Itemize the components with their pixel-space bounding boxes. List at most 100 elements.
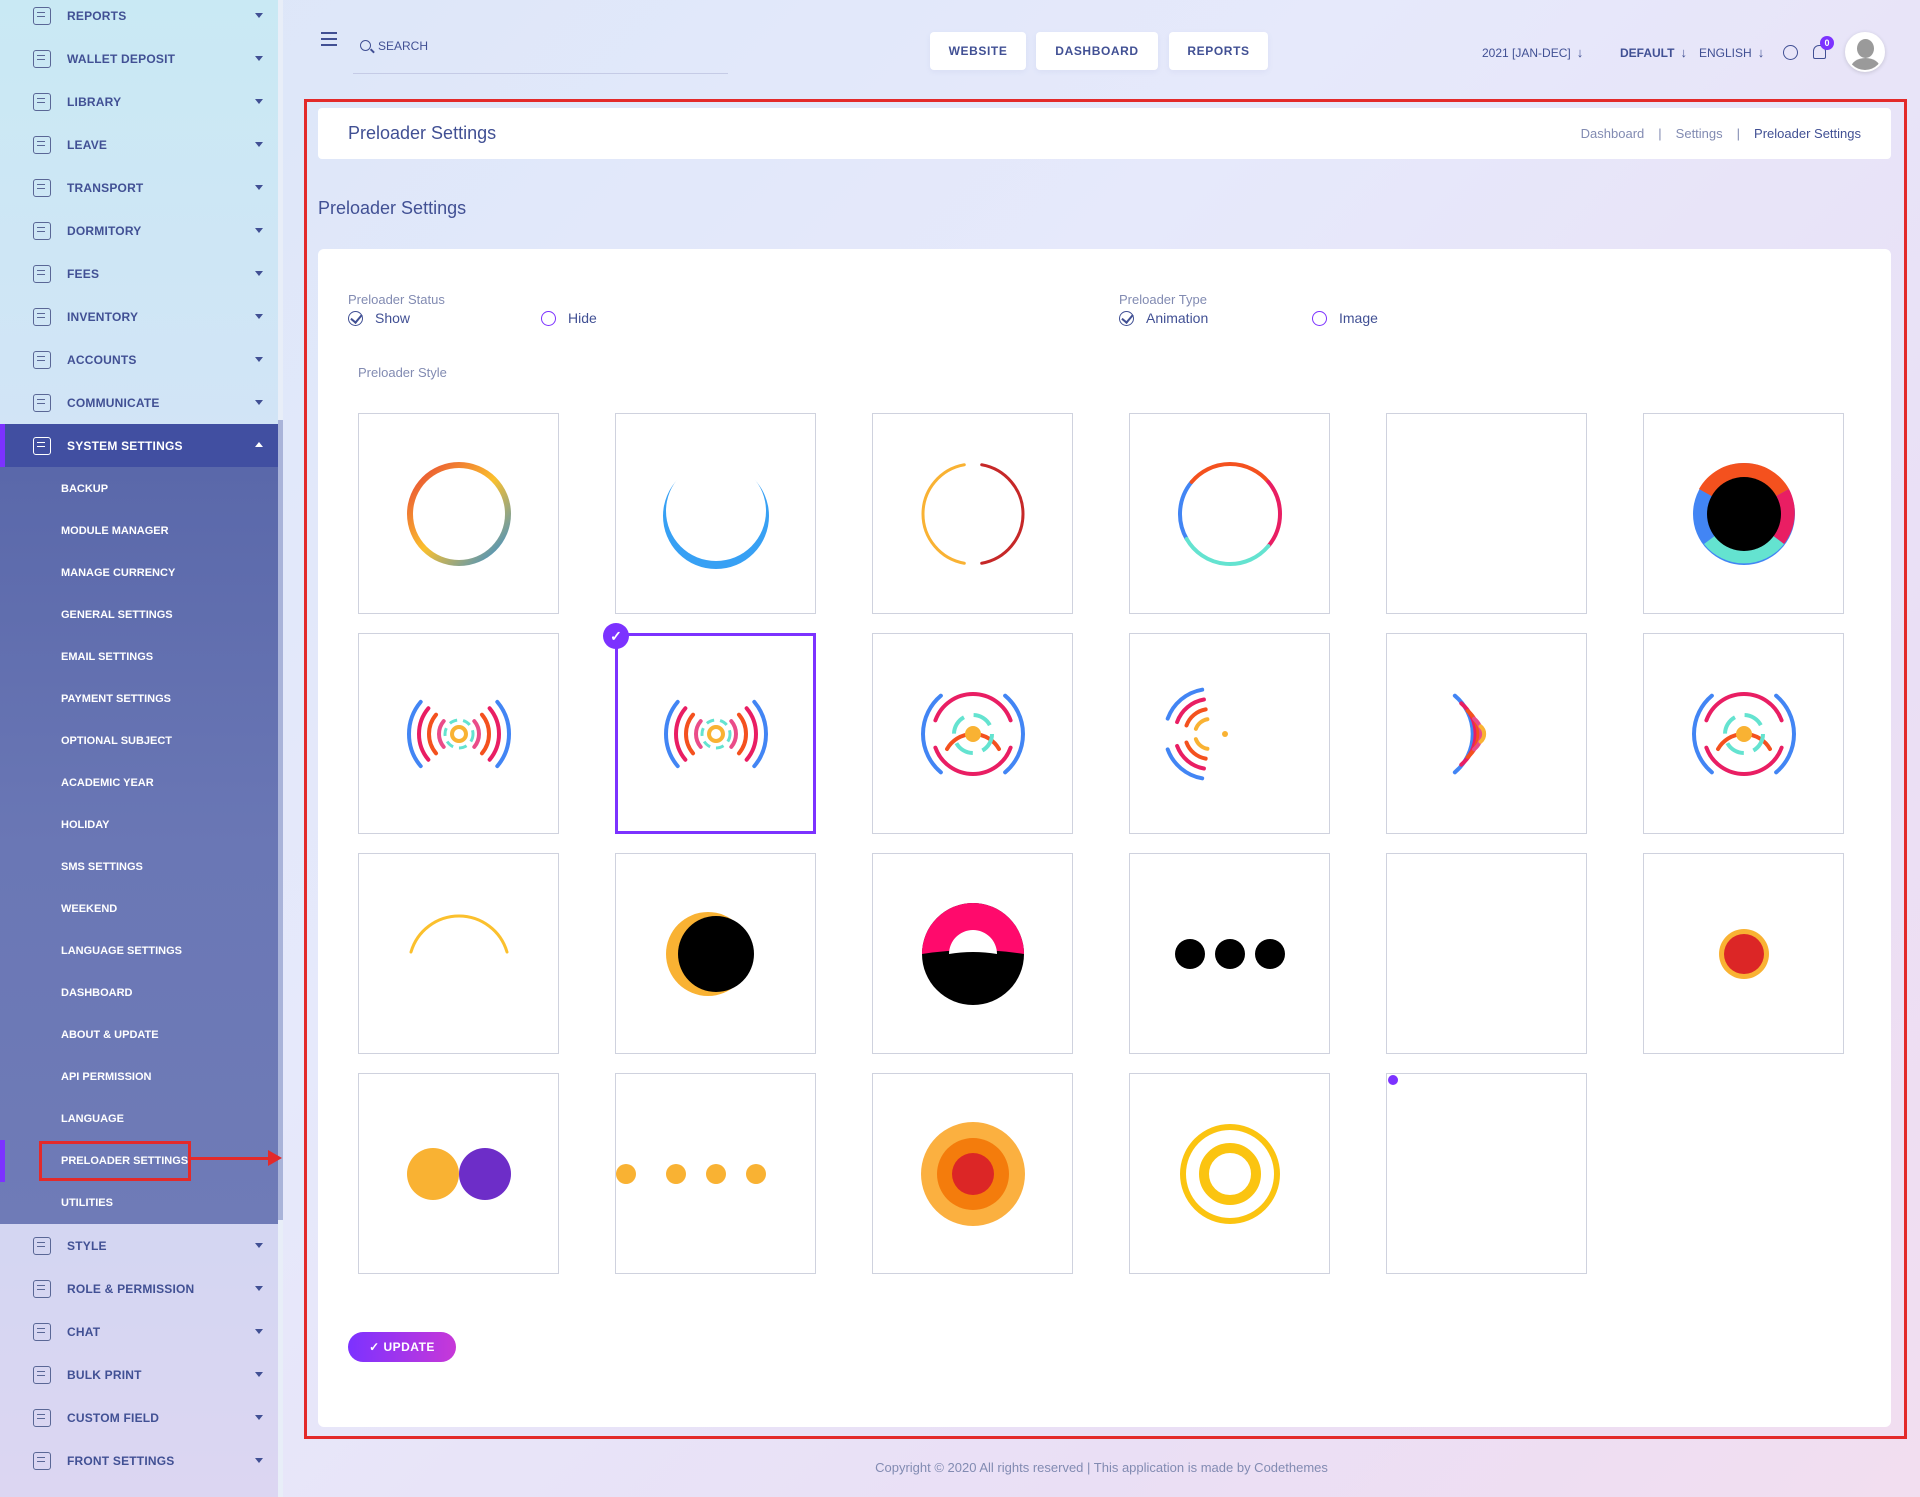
sidebar-item-front-settings[interactable]: FRONT SETTINGS [0,1439,283,1482]
breadcrumb-settings[interactable]: Settings [1676,126,1723,141]
language-dropdown[interactable]: ENGLISH ↓ [1699,45,1764,60]
preloader-style-16[interactable] [1129,853,1330,1054]
type-animation-radio[interactable]: Animation [1119,310,1208,326]
inventory-icon [33,307,51,326]
preloader-preview-7 [407,699,511,769]
submenu-item-dashboard[interactable]: DASHBOARD [0,972,283,1014]
submenu-item-module-manager[interactable]: MODULE MANAGER [0,510,283,552]
preloader-style-23[interactable] [1386,1073,1587,1274]
update-button[interactable]: ✓ UPDATE [348,1332,456,1362]
preloader-style-8[interactable] [615,633,816,834]
submenu-item-label: MODULE MANAGER [61,525,169,537]
sidebar-item-system-settings[interactable]: SYSTEM SETTINGS [0,424,283,467]
preloader-style-22[interactable] [1129,1073,1330,1274]
preloader-preview-13 [409,914,509,954]
preloader-style-9[interactable] [872,633,1073,834]
preloader-style-12[interactable] [1643,633,1844,834]
submenu-item-general-settings[interactable]: GENERAL SETTINGS [0,594,283,636]
preloader-style-19[interactable] [358,1073,559,1274]
search-input[interactable] [378,36,718,56]
submenu-item-language-settings[interactable]: LANGUAGE SETTINGS [0,930,283,972]
submenu-item-about-update[interactable]: ABOUT & UPDATE [0,1014,283,1056]
website-button[interactable]: WEBSITE [930,32,1026,70]
submenu-item-optional-subject[interactable]: OPTIONAL SUBJECT [0,720,283,762]
preloader-style-18[interactable] [1643,853,1844,1054]
caret-icon [255,1243,263,1248]
caret-icon [255,1329,263,1334]
preloader-style-17[interactable] [1386,853,1587,1054]
submenu-item-preloader-settings[interactable]: PRELOADER SETTINGS [0,1140,283,1182]
type-image-radio[interactable]: Image [1312,310,1378,326]
preloader-style-13[interactable] [358,853,559,1054]
preloader-style-3[interactable] [872,413,1073,614]
avatar[interactable] [1845,32,1885,72]
submenu-item-utilities[interactable]: UTILITIES [0,1182,283,1224]
sidebar-item-leave[interactable]: LEAVE [0,123,283,166]
sidebar-item-label: LEAVE [67,137,108,152]
submenu-item-api-permission[interactable]: API PERMISSION [0,1056,283,1098]
preloader-style-20[interactable] [615,1073,816,1274]
caret-icon [255,357,263,362]
sidebar-item-label: DORMITORY [67,223,142,238]
preloader-style-label: Preloader Style [358,365,447,380]
breadcrumb-dashboard[interactable]: Dashboard [1581,126,1645,141]
selected-check-icon: ✓ [603,623,629,649]
sidebar-item-role-permission[interactable]: ROLE & PERMISSION [0,1267,283,1310]
sidebar-item-custom-field[interactable]: CUSTOM FIELD [0,1396,283,1439]
sidebar-item-library[interactable]: LIBRARY [0,80,283,123]
submenu-item-label: ACADEMIC YEAR [61,777,154,789]
whatsapp-icon[interactable] [1783,45,1798,60]
preloader-style-2[interactable] [615,413,816,614]
submenu-item-backup[interactable]: BACKUP [0,468,283,510]
dashboard-button[interactable]: DASHBOARD [1036,32,1158,70]
preloader-style-4[interactable] [1129,413,1330,614]
submenu-item-payment-settings[interactable]: PAYMENT SETTINGS [0,678,283,720]
sidebar-item-chat[interactable]: CHAT [0,1310,283,1353]
sidebar-item-label: REPORTS [67,8,127,23]
submenu-item-label: UTILITIES [61,1197,113,1209]
preloader-style-21[interactable] [872,1073,1073,1274]
submenu-item-academic-year[interactable]: ACADEMIC YEAR [0,762,283,804]
preloader-style-1[interactable] [358,413,559,614]
submenu-item-weekend[interactable]: WEEKEND [0,888,283,930]
sidebar-item-wallet-deposit[interactable]: WALLET DEPOSIT [0,37,283,80]
submenu-item-label: EMAIL SETTINGS [61,651,154,663]
submenu-item-holiday[interactable]: HOLIDAY [0,804,283,846]
chat-icon [33,1322,51,1341]
preloader-style-15[interactable] [872,853,1073,1054]
submenu-item-manage-currency[interactable]: MANAGE CURRENCY [0,552,283,594]
wallet-icon [33,49,51,68]
sidebar-item-reports[interactable]: REPORTS [0,0,283,37]
sidebar-item-inventory[interactable]: INVENTORY [0,295,283,338]
status-hide-radio[interactable]: Hide [541,310,597,326]
sidebar-scrollbar[interactable] [278,0,283,1497]
preloader-preview-15 [922,903,1024,1005]
preloader-style-10[interactable] [1129,633,1330,834]
preloader-preview-8 [664,699,768,769]
sidebar-item-dormitory[interactable]: DORMITORY [0,209,283,252]
sidebar-item-bulk-print[interactable]: BULK PRINT [0,1353,283,1396]
sidebar-item-communicate[interactable]: COMMUNICATE [0,381,283,424]
footer-copyright: Copyright © 2020 All rights reserved | T… [875,1460,1328,1475]
preloader-style-6[interactable] [1643,413,1844,614]
academic-year-dropdown[interactable]: 2021 [JAN-DEC] ↓ [1482,45,1583,60]
sidebar-item-transport[interactable]: TRANSPORT [0,166,283,209]
sidebar-item-style[interactable]: STYLE [0,1224,283,1267]
caret-icon [255,99,263,104]
hamburger-menu-icon[interactable] [321,32,337,46]
submenu-item-label: LANGUAGE [61,1113,124,1125]
preloader-preview-17 [1387,854,1588,1055]
preloader-style-11[interactable] [1386,633,1587,834]
submenu-item-sms-settings[interactable]: SMS SETTINGS [0,846,283,888]
submenu-item-language[interactable]: LANGUAGE [0,1098,283,1140]
sidebar-scrollbar-thumb[interactable] [278,420,283,1220]
sidebar-item-accounts[interactable]: ACCOUNTS [0,338,283,381]
preloader-style-7[interactable] [358,633,559,834]
preloader-style-5[interactable] [1386,413,1587,614]
submenu-item-email-settings[interactable]: EMAIL SETTINGS [0,636,283,678]
theme-dropdown[interactable]: DEFAULT ↓ [1620,45,1687,60]
reports-button[interactable]: REPORTS [1169,32,1268,70]
preloader-style-14[interactable] [615,853,816,1054]
status-show-radio[interactable]: Show [348,310,410,326]
sidebar-item-fees[interactable]: FEES [0,252,283,295]
